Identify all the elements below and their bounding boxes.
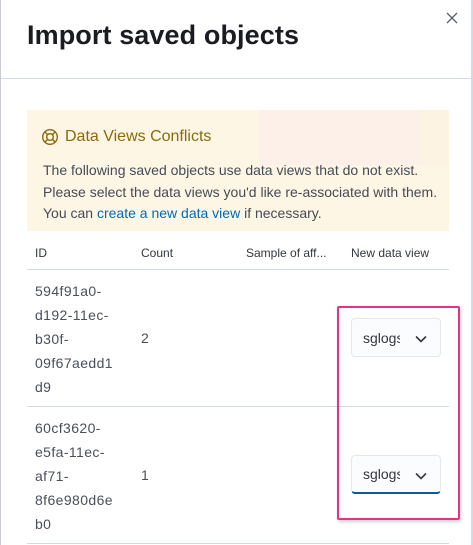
row-1-data-view-select[interactable]: sglogs (351, 318, 441, 357)
row-1-count: 2 (141, 330, 149, 346)
row-2-id-line: 60cf3620- (35, 420, 101, 436)
flyout-title: Import saved objects (27, 20, 300, 50)
column-header-id[interactable]: ID (35, 246, 47, 260)
column-header-count[interactable]: Count (141, 246, 173, 260)
row-2-id: 60cf3620- e5fa-11ec- af71- 8f6e980d6e b0 (35, 416, 131, 536)
help-lifebuoy-icon (41, 128, 59, 146)
row-divider (27, 406, 449, 407)
row-1-id-line: 594f91a0- (35, 283, 102, 299)
close-icon (446, 12, 458, 24)
callout-header: Data Views Conflicts (41, 128, 211, 146)
conflicts-callout: Data Views Conflicts The following saved… (27, 110, 449, 231)
row-2-id-line: b0 (35, 516, 52, 532)
callout-title: Data Views Conflicts (65, 128, 212, 145)
row-1-id-line: d192-11ec- (35, 307, 109, 323)
header-row-divider (27, 269, 449, 270)
row-1-id-line: d9 (35, 379, 52, 395)
callout-text-end: if necessary. (240, 205, 322, 221)
callout-body: The following saved objects use data vie… (43, 160, 441, 225)
callout-tint (259, 110, 420, 165)
row-2-id-line: af71- (35, 468, 69, 484)
chevron-down-icon (415, 472, 427, 480)
column-header-sample[interactable]: Sample of aff... (246, 246, 327, 260)
row-2-count: 1 (141, 467, 149, 483)
row-2-id-line: 8f6e980d6e (35, 492, 113, 508)
row-1-id: 594f91a0- d192-11ec- b30f- 09f67aedd1 d9 (35, 279, 131, 399)
row-2-id-line: e5fa-11ec- (35, 444, 105, 460)
row-1-select-value: sglogs (363, 329, 400, 346)
import-flyout: Import saved objects Data Views Conflict… (0, 0, 473, 545)
row-divider (27, 543, 449, 544)
close-button[interactable] (442, 8, 462, 28)
header-divider (1, 78, 471, 79)
row-1-id-line: b30f- (35, 331, 69, 347)
chevron-down-icon (415, 335, 427, 343)
row-2-data-view-select[interactable]: sglogs (351, 455, 441, 494)
column-header-new-data-view[interactable]: New data view (351, 246, 429, 260)
row-2-select-value: sglogs (363, 466, 400, 482)
row-1-id-line: 09f67aedd1 (35, 355, 113, 371)
create-data-view-link[interactable]: create a new data view (97, 205, 240, 221)
